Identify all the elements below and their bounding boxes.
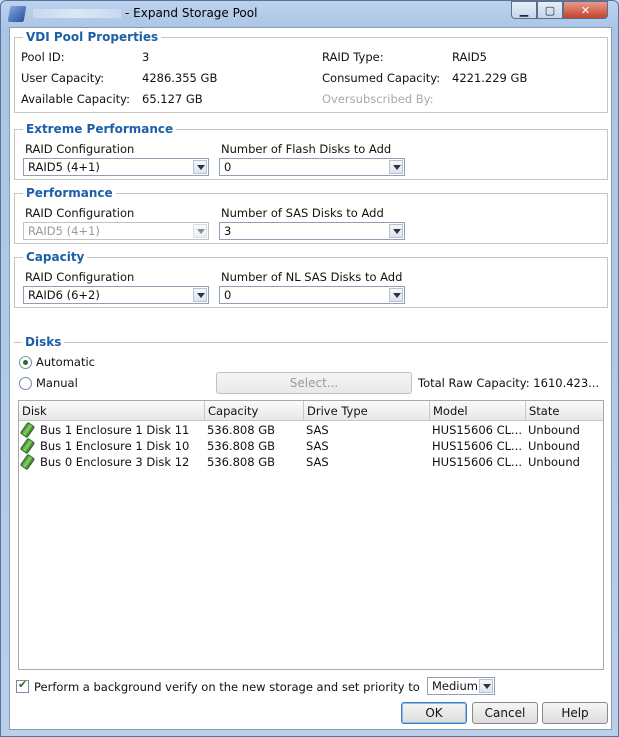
capacity-cell: 536.808 GB [207, 439, 276, 453]
window-title: - Expand Storage Pool [33, 6, 257, 20]
disks-table[interactable]: Disk Capacity Drive Type Model State Bus… [18, 400, 604, 670]
raid-configuration-label: RAID Configuration [25, 206, 135, 220]
table-header: Disk Capacity Drive Type Model State [19, 401, 603, 421]
drive-type-cell: SAS [306, 439, 329, 453]
extreme-performance-group: Extreme Performance RAID Configuration N… [14, 122, 608, 180]
flash-disks-label: Number of Flash Disks to Add [221, 142, 392, 156]
selected-value: RAID5 (4+1) [28, 160, 100, 174]
column-header-disk[interactable]: Disk [19, 401, 205, 421]
column-header-model[interactable]: Model [430, 401, 526, 421]
selected-value: 3 [224, 224, 232, 238]
maximize-button[interactable]: ▢ [537, 1, 563, 19]
chevron-down-icon[interactable] [479, 679, 493, 693]
disk-cell: Bus 0 Enclosure 3 Disk 12 [40, 455, 190, 469]
drive-type-cell: SAS [306, 423, 329, 437]
capacity-group: Capacity RAID Configuration Number of NL… [14, 250, 608, 308]
help-button[interactable]: Help [542, 702, 608, 724]
model-cell: HUS15606 CL... [432, 455, 523, 469]
performance-raid-configuration-select: RAID5 (4+1) [23, 222, 209, 240]
total-raw-capacity: Total Raw Capacity: 1610.423... [418, 376, 600, 390]
expand-storage-pool-window: - Expand Storage Pool ▁ ▢ ✕ VDI Pool Pro… [0, 0, 619, 737]
extreme-raid-configuration-select[interactable]: RAID5 (4+1) [23, 158, 209, 176]
state-cell: Unbound [528, 423, 580, 437]
disk-drive-icon [19, 453, 36, 471]
column-header-drive-type[interactable]: Drive Type [304, 401, 430, 421]
maximize-icon: ▢ [544, 3, 556, 17]
oversubscribed-label: Oversubscribed By: [322, 92, 434, 106]
capacity-cell: 536.808 GB [207, 423, 276, 437]
consumed-capacity-value: 4221.229 GB [452, 71, 528, 85]
drive-type-cell: SAS [306, 455, 329, 469]
close-button[interactable]: ✕ [563, 1, 608, 19]
capacity-raid-configuration-select[interactable]: RAID6 (6+2) [23, 286, 209, 304]
pool-id-label: Pool ID: [21, 50, 65, 64]
vdi-pool-properties-group: VDI Pool Properties Pool ID: 3 RAID Type… [14, 30, 608, 113]
chevron-down-icon[interactable] [193, 288, 207, 302]
group-title: Performance [23, 186, 116, 200]
available-capacity-value: 65.127 GB [142, 92, 203, 106]
state-cell: Unbound [528, 455, 580, 469]
pool-id-value: 3 [142, 50, 150, 64]
minimize-button[interactable]: ▁ [511, 1, 537, 19]
automatic-radio[interactable] [19, 356, 32, 369]
performance-group: Performance RAID Configuration Number of… [14, 186, 608, 244]
selected-value: 0 [224, 160, 232, 174]
disk-drive-icon [19, 437, 36, 455]
minimize-icon: ▁ [519, 3, 529, 17]
ok-button[interactable]: OK [401, 702, 467, 724]
available-capacity-label: Available Capacity: [21, 92, 131, 106]
nl-sas-disks-label: Number of NL SAS Disks to Add [221, 270, 403, 284]
selected-value: RAID6 (6+2) [28, 288, 100, 302]
state-cell: Unbound [528, 439, 580, 453]
background-verify-label[interactable]: Perform a background verify on the new s… [34, 680, 420, 694]
raid-configuration-label: RAID Configuration [25, 270, 135, 284]
title-bar[interactable]: - Expand Storage Pool ▁ ▢ ✕ [1, 1, 618, 27]
obscured-title-prefix [33, 9, 121, 18]
selected-value: Medium [432, 679, 478, 693]
model-cell: HUS15606 CL... [432, 439, 523, 453]
group-title: VDI Pool Properties [23, 30, 162, 44]
manual-radio[interactable] [19, 377, 32, 390]
background-verify-checkbox[interactable] [16, 678, 29, 693]
disk-drive-icon [19, 421, 36, 439]
consumed-capacity-label: Consumed Capacity: [322, 71, 441, 85]
group-title: Disks [22, 335, 65, 349]
close-icon: ✕ [580, 3, 591, 17]
user-capacity-value: 4286.355 GB [142, 71, 218, 85]
verify-priority-select[interactable]: Medium [427, 677, 495, 695]
column-header-state[interactable]: State [526, 401, 603, 421]
table-row[interactable]: Bus 1 Enclosure 1 Disk 11 536.808 GB SAS… [19, 421, 603, 439]
group-title: Capacity [23, 250, 88, 264]
nl-sas-disks-count-select[interactable]: 0 [219, 286, 405, 304]
manual-label[interactable]: Manual [36, 376, 78, 390]
group-title: Extreme Performance [23, 122, 177, 136]
table-row[interactable]: Bus 0 Enclosure 3 Disk 12 536.808 GB SAS… [19, 453, 603, 471]
sas-disks-count-select[interactable]: 3 [219, 222, 405, 240]
chevron-down-icon[interactable] [389, 288, 403, 302]
app-icon [7, 6, 27, 22]
flash-disks-count-select[interactable]: 0 [219, 158, 405, 176]
sas-disks-label: Number of SAS Disks to Add [221, 206, 384, 220]
raid-configuration-label: RAID Configuration [25, 142, 135, 156]
model-cell: HUS15606 CL... [432, 423, 523, 437]
selected-value: RAID5 (4+1) [28, 224, 100, 238]
chevron-down-icon[interactable] [389, 224, 403, 238]
cancel-button[interactable]: Cancel [472, 702, 538, 724]
raid-type-label: RAID Type: [322, 50, 384, 64]
raid-type-value: RAID5 [452, 50, 487, 64]
automatic-label[interactable]: Automatic [36, 355, 95, 369]
chevron-down-icon [193, 224, 207, 238]
column-header-capacity[interactable]: Capacity [205, 401, 304, 421]
disk-cell: Bus 1 Enclosure 1 Disk 11 [40, 423, 190, 437]
chevron-down-icon[interactable] [389, 160, 403, 174]
selected-value: 0 [224, 288, 232, 302]
disk-cell: Bus 1 Enclosure 1 Disk 10 [40, 439, 190, 453]
user-capacity-label: User Capacity: [21, 71, 105, 85]
select-disks-button: Select... [216, 372, 412, 394]
capacity-cell: 536.808 GB [207, 455, 276, 469]
table-row[interactable]: Bus 1 Enclosure 1 Disk 10 536.808 GB SAS… [19, 437, 603, 455]
chevron-down-icon[interactable] [193, 160, 207, 174]
dialog-body: VDI Pool Properties Pool ID: 3 RAID Type… [9, 27, 612, 730]
